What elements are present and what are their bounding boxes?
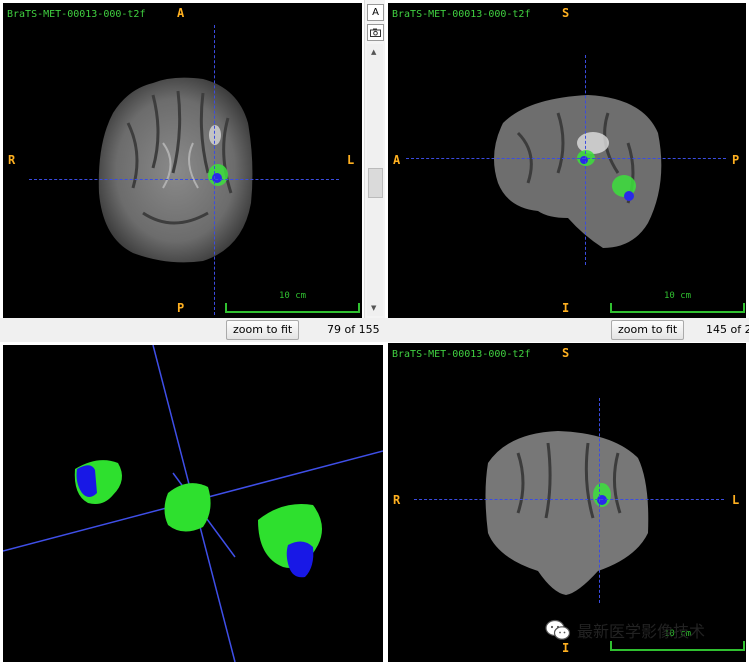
sagittal-label-right: P [732, 153, 740, 167]
coronal-file-label: BraTS-MET-00013-000-t2f [392, 349, 531, 360]
watermark: 最新医学影像技术 [545, 618, 705, 642]
sagittal-view[interactable]: BraTS-MET-00013-000-t2f S I A P 10 cm [388, 3, 746, 318]
axial-label-left: R [8, 153, 16, 167]
sagittal-file-label: BraTS-MET-00013-000-t2f [392, 9, 531, 20]
axial-scale-bar: 10 cm [225, 291, 360, 313]
sagittal-control-bar: zoom to fit 145 of 24 [384, 318, 749, 342]
annotate-icon[interactable]: A [367, 4, 384, 21]
slice-scrollbar[interactable]: ▲ ▼ [367, 44, 383, 316]
axial-control-bar: zoom to fit 79 of 155 [0, 318, 384, 342]
sagittal-scale-bar: 10 cm [610, 291, 745, 313]
watermark-text: 最新医学影像技术 [577, 622, 706, 641]
sagittal-crosshair-horizontal [406, 158, 726, 159]
axial-label-bottom: P [177, 301, 185, 315]
coronal-label-top: S [562, 346, 570, 360]
sagittal-slice-counter: 145 of 24 [706, 323, 749, 336]
coronal-scale-bar: 10 cm [610, 629, 745, 651]
axial-view[interactable]: BraTS-MET-00013-000-t2f A P R L 10 cm [3, 3, 362, 318]
coronal-brain-image [485, 431, 649, 595]
scroll-down-icon[interactable]: ▼ [371, 304, 376, 312]
coronal-crosshair-vertical [599, 398, 600, 603]
tool-sidebar: A ▲ ▼ [364, 0, 385, 318]
sagittal-brain-image [494, 95, 662, 248]
axial-scale-label: 10 cm [278, 291, 307, 301]
coronal-label-left: R [393, 493, 401, 507]
axial-crosshair-vertical [214, 25, 215, 315]
axial-slice-counter: 79 of 155 [327, 323, 380, 336]
axial-brain-image [98, 77, 253, 263]
wechat-icon [545, 619, 571, 640]
sagittal-scale-label: 10 cm [663, 291, 692, 301]
axial-zoom-to-fit-button[interactable]: zoom to fit [226, 320, 300, 340]
3d-render-view[interactable] [3, 345, 383, 662]
coronal-label-right: L [732, 493, 740, 507]
axial-label-top: A [177, 6, 185, 20]
sagittal-label-left: A [393, 153, 401, 167]
axial-crosshair-horizontal [29, 179, 339, 180]
3d-segmentation-render [3, 345, 383, 662]
axial-file-label: BraTS-MET-00013-000-t2f [7, 9, 146, 20]
sagittal-crosshair-vertical [585, 55, 586, 265]
sagittal-label-bottom: I [562, 301, 570, 315]
coronal-crosshair-horizontal [414, 499, 724, 500]
sagittal-label-top: S [562, 6, 570, 20]
coronal-label-bottom: I [562, 641, 570, 655]
axial-label-right: L [347, 153, 355, 167]
scroll-up-icon[interactable]: ▲ [371, 48, 376, 56]
coronal-view[interactable]: BraTS-MET-00013-000-t2f S I R L 10 cm [388, 343, 746, 662]
sagittal-zoom-to-fit-button[interactable]: zoom to fit [611, 320, 685, 340]
scrollbar-thumb[interactable] [368, 168, 383, 198]
camera-icon[interactable] [367, 24, 384, 41]
